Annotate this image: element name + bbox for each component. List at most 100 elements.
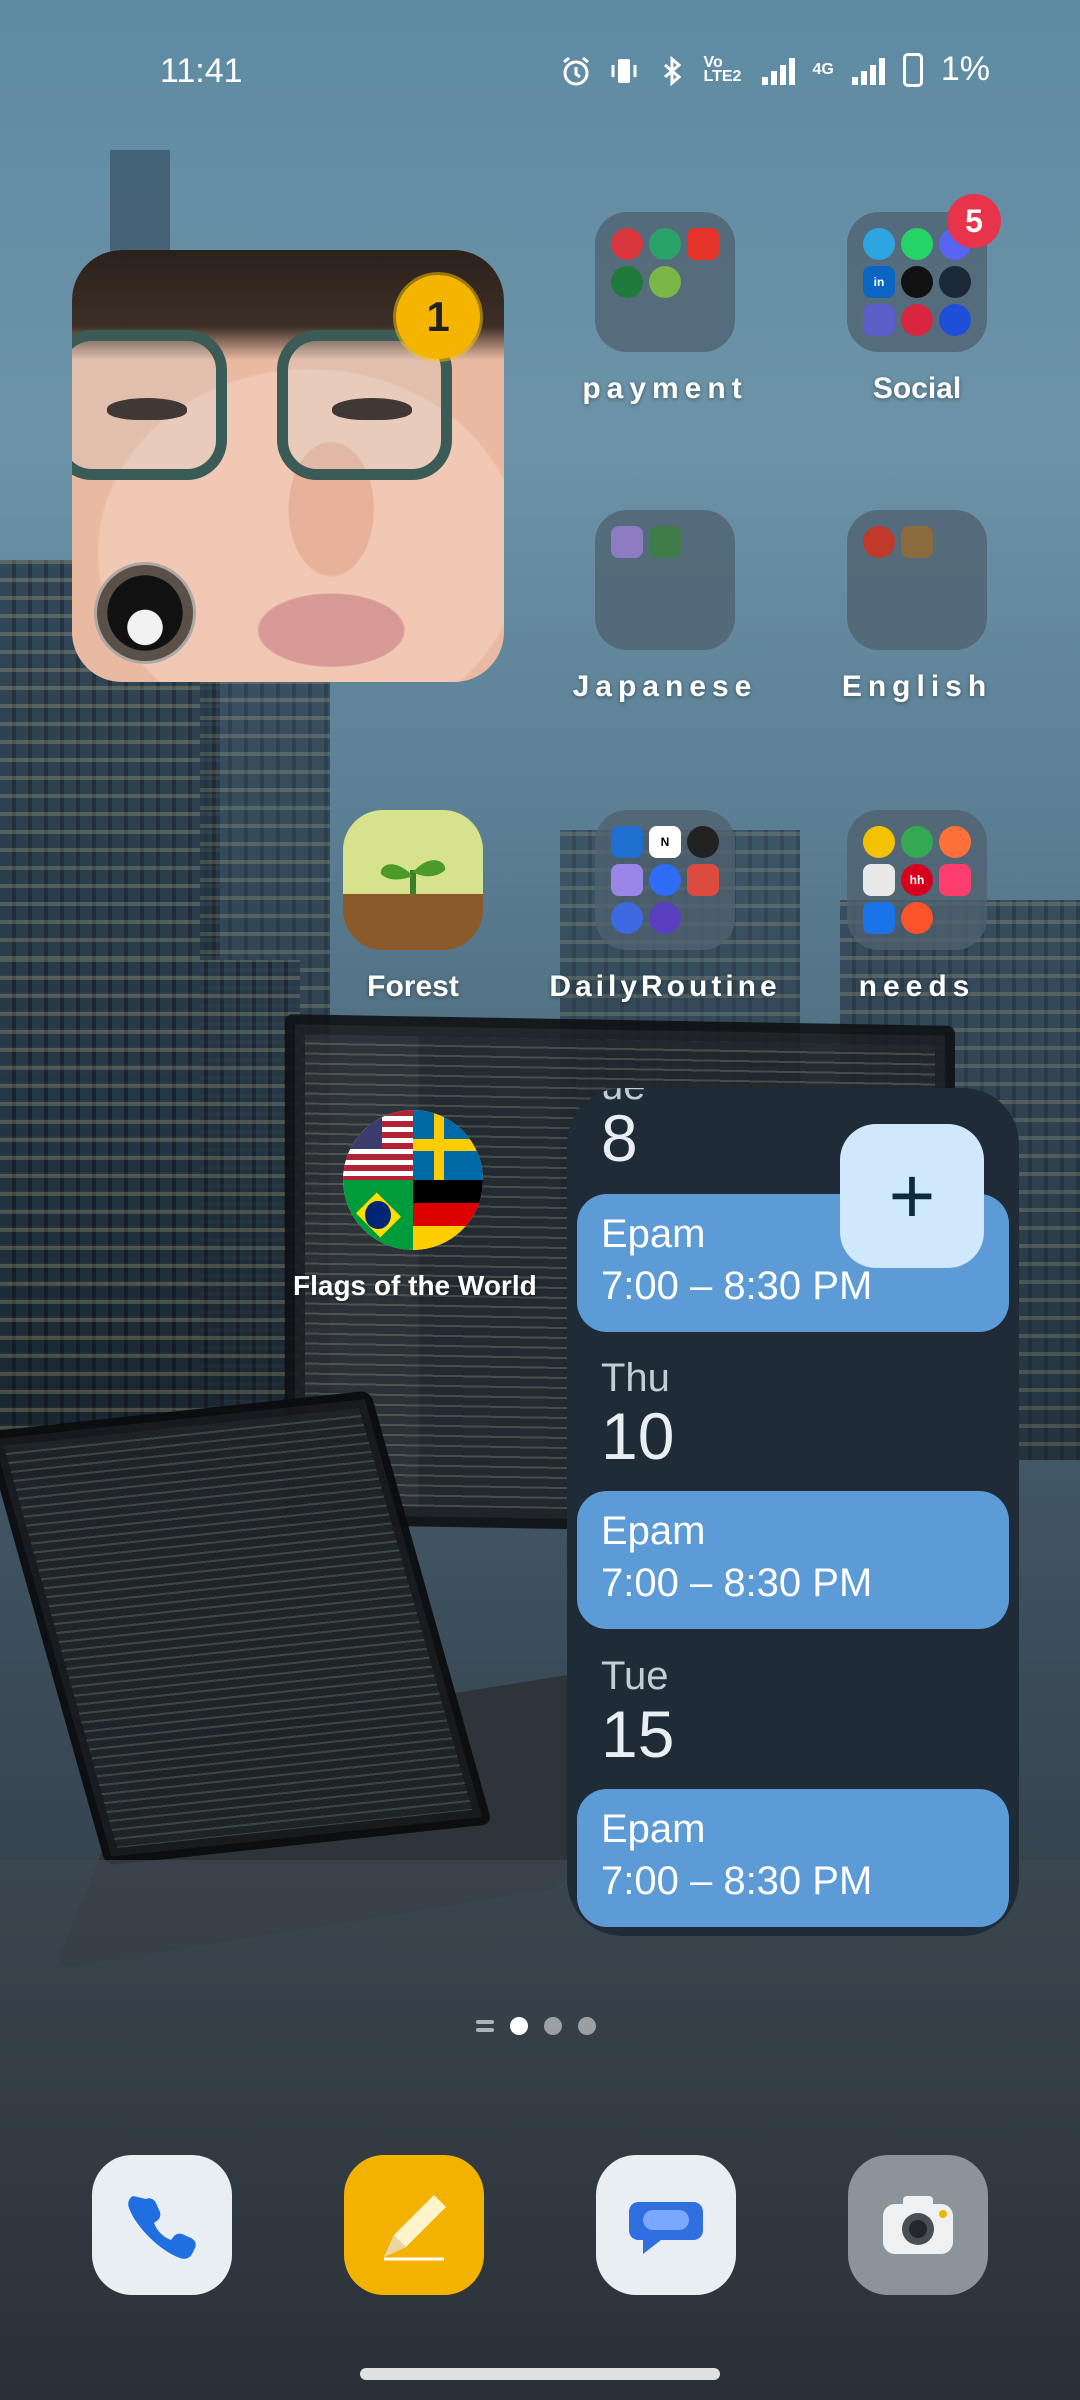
payment-app-icon-2 <box>649 228 681 260</box>
battery-icon <box>902 52 923 87</box>
network-label: 4G <box>812 60 834 78</box>
volte-label: Vo LTE2 <box>703 53 742 85</box>
phone-icon <box>128 2196 196 2259</box>
teams-icon <box>863 304 895 336</box>
daily-app-icon-8 <box>649 902 681 934</box>
english-label: English <box>841 670 993 703</box>
page-dot[interactable] <box>544 2017 562 2035</box>
calendar-day-of-week: Tue <box>601 1654 669 1698</box>
phone-app[interactable] <box>92 2155 232 2295</box>
germany-flag-icon <box>413 1180 483 1250</box>
japanese-folder-icon <box>595 510 735 650</box>
folder-needs[interactable]: hh needs <box>797 810 1037 1004</box>
messages-app[interactable] <box>596 2155 736 2295</box>
calendar-event[interactable]: Epam 7:00 – 8:30 PM <box>577 1789 1009 1927</box>
usa-flag-icon <box>343 1110 413 1180</box>
calendar-add-event-button[interactable]: + <box>840 1124 984 1268</box>
page-dot[interactable] <box>578 2017 596 2035</box>
photo-notification-badge: 1 <box>396 275 480 359</box>
bluetooth-icon <box>656 55 686 86</box>
photo-glasses-left <box>72 330 227 480</box>
signal-icon-2 <box>851 55 885 85</box>
linkedin-icon: in <box>863 266 895 298</box>
hh-icon: hh <box>901 864 933 896</box>
social-app-icon-9 <box>939 304 971 336</box>
calendar-event[interactable]: Epam 7:00 – 8:30 PM <box>577 1491 1009 1629</box>
pen-icon <box>384 2195 446 2261</box>
page-indicator[interactable] <box>476 2017 596 2035</box>
github-icon <box>901 266 933 298</box>
english-app-icon-1 <box>863 526 895 558</box>
daily-app-icon-4 <box>611 864 643 896</box>
chrome-icon <box>901 826 933 858</box>
firefox-icon <box>939 826 971 858</box>
status-bar: 11:41 Vo LTE2 4G 1% <box>0 0 1080 140</box>
daily-routine-folder-icon: N <box>595 810 735 950</box>
event-title: Epam <box>601 1509 706 1553</box>
camera-app[interactable] <box>848 2155 988 2295</box>
event-time: 7:00 – 8:30 PM <box>601 1561 873 1605</box>
steam-icon <box>939 266 971 298</box>
trello-icon <box>611 826 643 858</box>
calendar-day-of-week: Thu <box>601 1356 670 1400</box>
folder-payment[interactable]: payment <box>545 212 785 406</box>
japanese-label: Japanese <box>572 670 758 703</box>
status-time: 11:41 <box>160 52 243 90</box>
needs-app-icon-4 <box>863 864 895 896</box>
flags-label: Flags of the World <box>293 1270 537 1301</box>
english-folder-icon <box>847 510 987 650</box>
brazil-flag-icon <box>343 1180 413 1250</box>
notion-icon: N <box>649 826 681 858</box>
japanese-app-icon-2 <box>649 526 681 558</box>
forest-icon <box>343 810 483 950</box>
app-forest[interactable]: Forest <box>293 810 533 1004</box>
payment-app-icon-4 <box>611 266 643 298</box>
daily-app-icon-5 <box>649 864 681 896</box>
payment-app-icon-3 <box>687 228 719 260</box>
calendar-date: 15 <box>601 1697 675 1771</box>
page-dot-active[interactable] <box>510 2017 528 2035</box>
alarm-icon <box>560 55 590 85</box>
daily-app-icon-7 <box>611 902 643 934</box>
payment-app-icon-1 <box>611 228 643 260</box>
social-folder-icon: in 5 <box>847 194 1001 352</box>
daily-routine-label: DailyRoutine <box>549 970 781 1003</box>
status-icons: Vo LTE2 4G 1% <box>560 50 990 89</box>
app-flags-of-the-world[interactable]: Flags of the World <box>293 1110 537 1302</box>
social-notification-badge: 5 <box>947 194 1001 248</box>
telegram-icon <box>863 228 895 260</box>
event-time: 7:00 – 8:30 PM <box>601 1859 873 1903</box>
sweden-flag-icon <box>413 1110 483 1180</box>
feed-page-indicator[interactable] <box>476 2017 494 2035</box>
notes-app[interactable] <box>344 2155 484 2295</box>
whatsapp-icon <box>901 228 933 260</box>
event-title: Epam <box>601 1807 706 1851</box>
clock-icon <box>687 826 719 858</box>
chat-bubble-icon <box>629 2202 703 2254</box>
todoist-icon <box>687 864 719 896</box>
battery-percent: 1% <box>940 50 990 88</box>
brave-icon <box>901 902 933 934</box>
camera-icon <box>883 2196 953 2254</box>
needs-folder-icon: hh <box>847 810 987 950</box>
folder-english[interactable]: English <box>797 510 1037 704</box>
payment-app-icon-5 <box>649 266 681 298</box>
forest-label: Forest <box>367 970 459 1003</box>
needs-label: needs <box>858 970 976 1003</box>
folder-social[interactable]: in 5 Social <box>797 194 1037 406</box>
folder-japanese[interactable]: Japanese <box>545 510 785 704</box>
home-indicator[interactable] <box>360 2368 720 2380</box>
files-icon <box>863 902 895 934</box>
flags-icon <box>343 1110 483 1250</box>
needs-app-icon-6 <box>939 864 971 896</box>
social-app-icon-8 <box>901 304 933 336</box>
folder-daily-routine[interactable]: N DailyRoutine <box>545 810 785 1004</box>
signal-icon <box>761 55 795 85</box>
epub-icon <box>901 526 933 558</box>
japanese-app-icon-1 <box>611 526 643 558</box>
calendar-date: 8 <box>601 1101 638 1175</box>
vibrate-icon <box>608 55 638 85</box>
calendar-date: 10 <box>601 1399 675 1473</box>
cat-avatar <box>94 562 196 664</box>
social-label: Social <box>872 372 962 405</box>
